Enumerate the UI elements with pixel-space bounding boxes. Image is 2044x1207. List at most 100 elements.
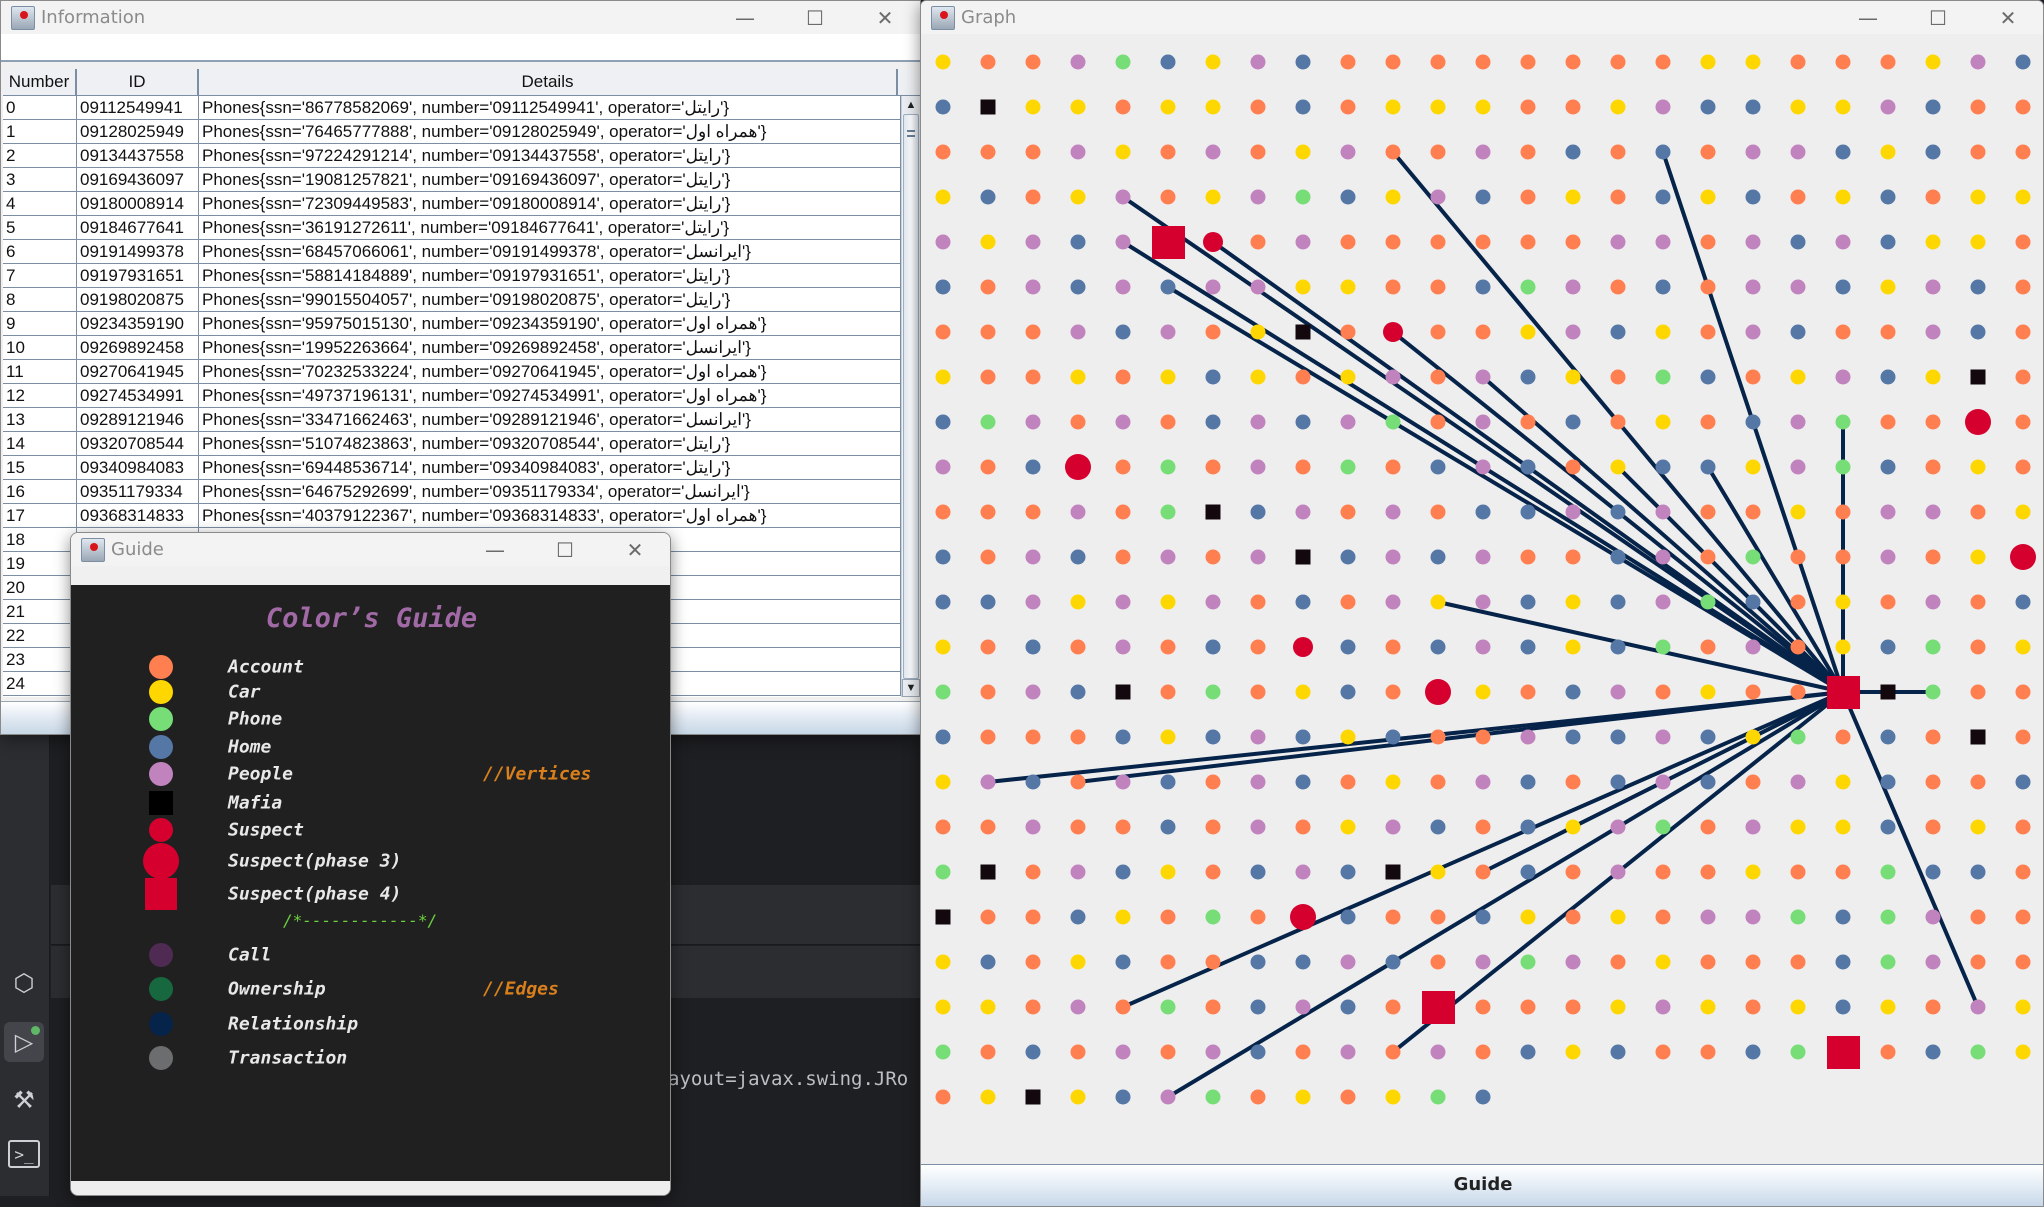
account-node[interactable] bbox=[1700, 954, 1716, 970]
account-node[interactable] bbox=[1385, 1044, 1401, 1060]
account-node[interactable] bbox=[1925, 774, 1941, 790]
home-node[interactable] bbox=[1475, 189, 1491, 205]
car-node[interactable] bbox=[1565, 639, 1581, 655]
account-node[interactable] bbox=[1565, 549, 1581, 565]
services-icon[interactable]: ⬡ bbox=[4, 963, 44, 1003]
account-node[interactable] bbox=[1970, 774, 1986, 790]
people-node[interactable] bbox=[1205, 279, 1221, 295]
home-node[interactable] bbox=[1430, 819, 1446, 835]
account-node[interactable] bbox=[1925, 819, 1941, 835]
account-node[interactable] bbox=[1655, 684, 1671, 700]
people-node[interactable] bbox=[1340, 414, 1356, 430]
phone-node[interactable] bbox=[1700, 594, 1716, 610]
home-node[interactable] bbox=[1475, 1089, 1491, 1105]
people-node[interactable] bbox=[1655, 774, 1671, 790]
account-node[interactable] bbox=[1340, 324, 1356, 340]
home-node[interactable] bbox=[1520, 819, 1536, 835]
car-node[interactable] bbox=[1970, 549, 1986, 565]
account-node[interactable] bbox=[1295, 819, 1311, 835]
account-node[interactable] bbox=[1385, 684, 1401, 700]
account-node[interactable] bbox=[1790, 54, 1806, 70]
home-node[interactable] bbox=[1025, 774, 1041, 790]
account-node[interactable] bbox=[1610, 954, 1626, 970]
column-header-details[interactable]: Details bbox=[199, 69, 898, 95]
account-node[interactable] bbox=[1745, 504, 1761, 520]
account-node[interactable] bbox=[1340, 774, 1356, 790]
people-node[interactable] bbox=[1745, 234, 1761, 250]
car-node[interactable] bbox=[1610, 459, 1626, 475]
people-node[interactable] bbox=[1610, 684, 1626, 700]
people-node[interactable] bbox=[1790, 144, 1806, 160]
home-node[interactable] bbox=[1835, 279, 1851, 295]
account-node[interactable] bbox=[1790, 549, 1806, 565]
run-icon[interactable]: ▷ bbox=[4, 1022, 44, 1062]
account-node[interactable] bbox=[980, 504, 996, 520]
account-node[interactable] bbox=[1520, 999, 1536, 1015]
home-node[interactable] bbox=[1700, 774, 1716, 790]
people-node[interactable] bbox=[1745, 279, 1761, 295]
account-node[interactable] bbox=[1115, 369, 1131, 385]
account-node[interactable] bbox=[1340, 99, 1356, 115]
home-node[interactable] bbox=[1475, 909, 1491, 925]
account-node[interactable] bbox=[1205, 324, 1221, 340]
home-node[interactable] bbox=[1880, 234, 1896, 250]
phone-node[interactable] bbox=[1745, 549, 1761, 565]
account-node[interactable] bbox=[1430, 54, 1446, 70]
car-node[interactable] bbox=[1880, 279, 1896, 295]
account-node[interactable] bbox=[1205, 999, 1221, 1015]
column-header-id[interactable]: ID bbox=[77, 69, 199, 95]
people-node[interactable] bbox=[1160, 549, 1176, 565]
people-node[interactable] bbox=[1475, 144, 1491, 160]
car-node[interactable] bbox=[2015, 189, 2031, 205]
car-node[interactable] bbox=[1295, 279, 1311, 295]
account-node[interactable] bbox=[935, 1089, 951, 1105]
account-node[interactable] bbox=[1565, 999, 1581, 1015]
home-node[interactable] bbox=[1340, 684, 1356, 700]
people-node[interactable] bbox=[1565, 324, 1581, 340]
phone-node[interactable] bbox=[1790, 909, 1806, 925]
car-node[interactable] bbox=[1745, 864, 1761, 880]
mafia-node[interactable] bbox=[1115, 684, 1131, 700]
car-node[interactable] bbox=[1070, 369, 1086, 385]
account-node[interactable] bbox=[1475, 1044, 1491, 1060]
car-node[interactable] bbox=[1655, 414, 1671, 430]
phone-node[interactable] bbox=[1205, 684, 1221, 700]
people-node[interactable] bbox=[1025, 279, 1041, 295]
car-node[interactable] bbox=[1340, 279, 1356, 295]
car-node[interactable] bbox=[1160, 729, 1176, 745]
car-node[interactable] bbox=[1295, 144, 1311, 160]
account-node[interactable] bbox=[980, 684, 996, 700]
home-node[interactable] bbox=[1160, 54, 1176, 70]
home-node[interactable] bbox=[1205, 729, 1221, 745]
account-node[interactable] bbox=[1565, 54, 1581, 70]
account-node[interactable] bbox=[1430, 144, 1446, 160]
account-node[interactable] bbox=[1475, 324, 1491, 340]
account-node[interactable] bbox=[980, 819, 996, 835]
account-node[interactable] bbox=[1610, 369, 1626, 385]
suspect-phase3-node[interactable] bbox=[1065, 454, 1091, 480]
table-row[interactable]: 15 09340984083 Phones{ssn='69448536714', n… bbox=[3, 456, 901, 480]
people-node[interactable] bbox=[1745, 909, 1761, 925]
phone-node[interactable] bbox=[1655, 819, 1671, 835]
people-node[interactable] bbox=[1070, 144, 1086, 160]
account-node[interactable] bbox=[1115, 549, 1131, 565]
people-node[interactable] bbox=[1340, 954, 1356, 970]
account-node[interactable] bbox=[1475, 729, 1491, 745]
people-node[interactable] bbox=[1160, 1089, 1176, 1105]
account-node[interactable] bbox=[1700, 504, 1716, 520]
account-node[interactable] bbox=[1610, 54, 1626, 70]
phone-node[interactable] bbox=[1835, 414, 1851, 430]
account-node[interactable] bbox=[1250, 684, 1266, 700]
people-node[interactable] bbox=[1475, 549, 1491, 565]
account-node[interactable] bbox=[1610, 414, 1626, 430]
account-node[interactable] bbox=[1385, 639, 1401, 655]
account-node[interactable] bbox=[980, 324, 996, 340]
suspect-phase4-node[interactable] bbox=[1827, 1036, 1860, 1069]
home-node[interactable] bbox=[1565, 729, 1581, 745]
phone-node[interactable] bbox=[1970, 1044, 1986, 1060]
people-node[interactable] bbox=[1610, 234, 1626, 250]
car-node[interactable] bbox=[1790, 99, 1806, 115]
home-node[interactable] bbox=[1880, 189, 1896, 205]
account-node[interactable] bbox=[1205, 774, 1221, 790]
account-node[interactable] bbox=[980, 639, 996, 655]
